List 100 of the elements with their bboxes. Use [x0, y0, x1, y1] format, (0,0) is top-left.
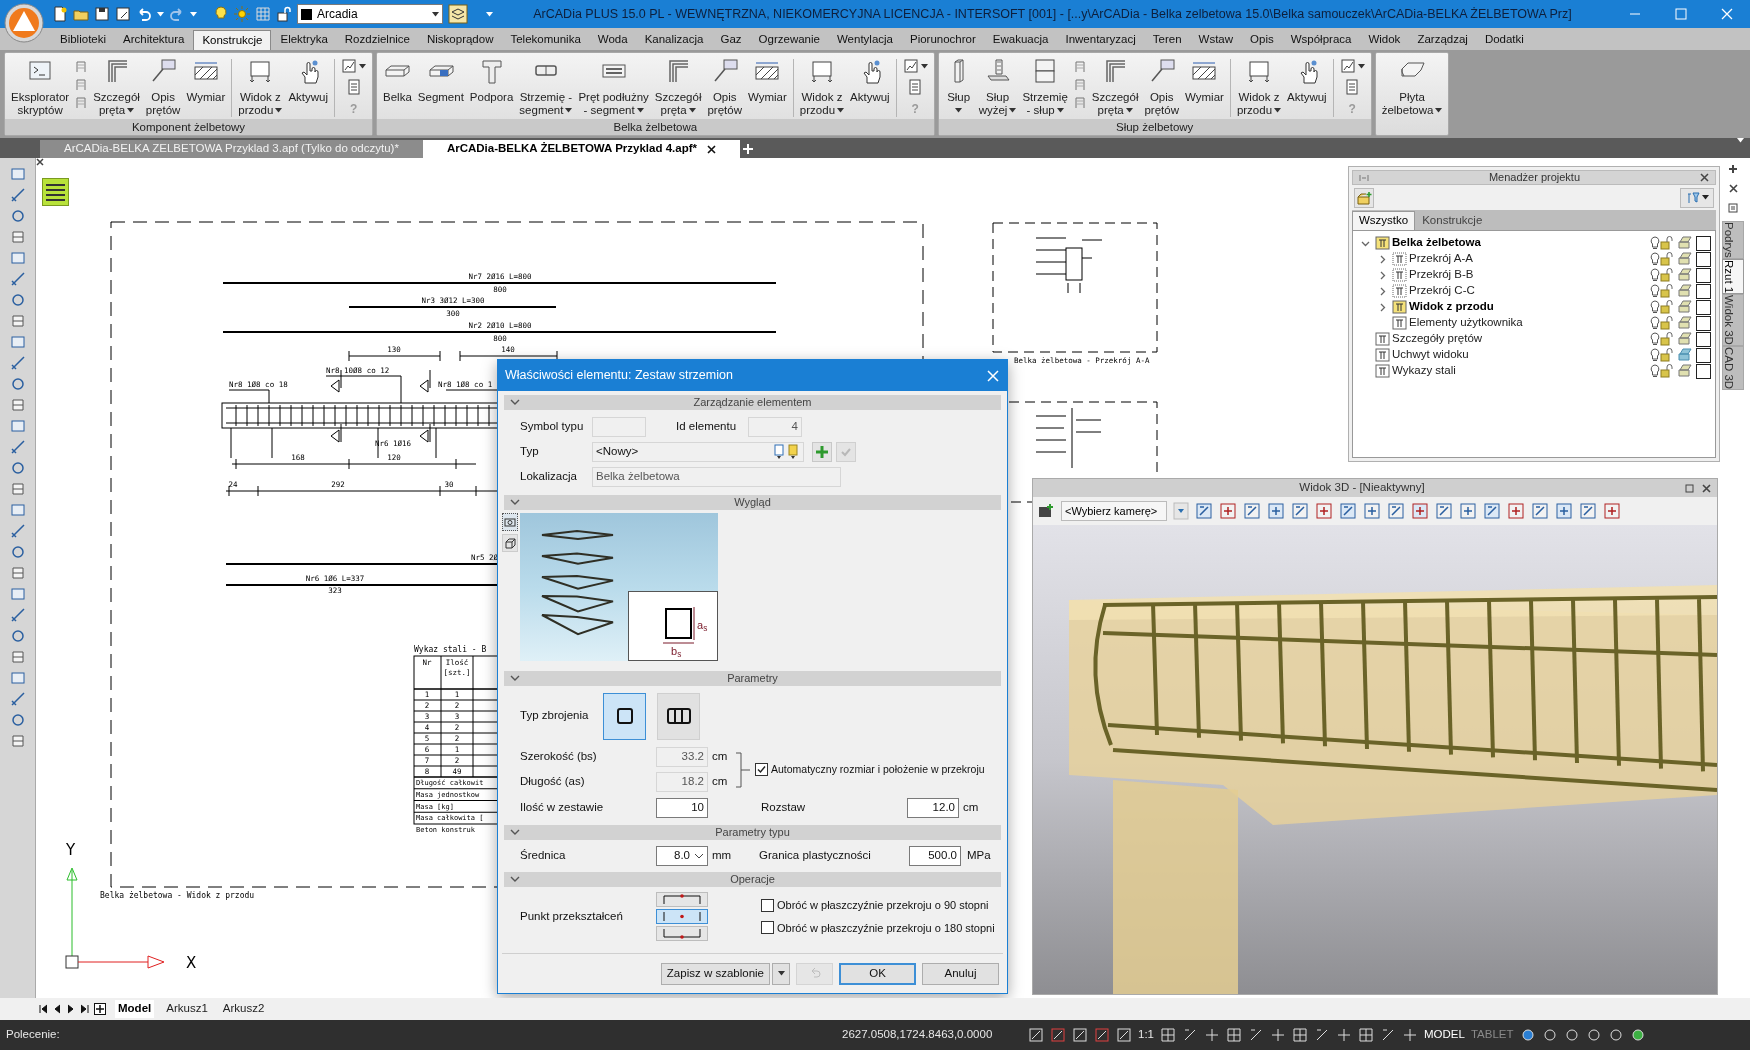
status-toggle-icon[interactable] — [1314, 1027, 1330, 1043]
view-tool-icon[interactable] — [1387, 502, 1405, 520]
ribbon-button[interactable]: Opis prętów — [1141, 57, 1182, 119]
ribbon-button[interactable]: Eksplorator skryptów — [8, 57, 73, 119]
checkbox[interactable] — [761, 898, 774, 912]
view-tool-icon[interactable] — [1267, 502, 1285, 520]
padlock-icon[interactable] — [1660, 268, 1674, 282]
padlock-icon[interactable] — [1660, 364, 1674, 378]
menu-tab[interactable]: Niskoprądow — [419, 30, 502, 50]
layer-dropdown[interactable]: Arcadia — [297, 4, 443, 24]
checkbox[interactable] — [1696, 251, 1711, 267]
checkbox[interactable] — [1696, 299, 1711, 315]
ok-button[interactable]: OK — [839, 962, 916, 985]
drawing-tool-icon[interactable] — [9, 481, 26, 497]
close-icon[interactable] — [1700, 173, 1709, 182]
menu-tab[interactable]: Inwentaryzacj — [1057, 30, 1144, 50]
status-toggle-icon[interactable] — [1050, 1027, 1066, 1043]
ribbon-button[interactable]: Belka — [380, 57, 415, 119]
list-icon[interactable] — [1728, 203, 1738, 213]
ribbon-button[interactable]: Strzemię - segment — [516, 57, 576, 119]
close-icon[interactable] — [1728, 184, 1738, 193]
menu-tab[interactable]: Współpraca — [1282, 30, 1360, 50]
section-header[interactable]: Zarządzanie elementem — [504, 395, 1001, 410]
input-field[interactable]: Belka żelbetowa — [592, 467, 841, 487]
close-icon[interactable] — [706, 144, 716, 154]
view-tool-icon[interactable] — [1243, 502, 1261, 520]
status-toggle-icon[interactable] — [1094, 1027, 1110, 1043]
menu-tab[interactable]: Rozdzielnice — [336, 30, 418, 50]
light-bulb-icon[interactable] — [1650, 332, 1660, 346]
layer-panel-toggle[interactable] — [42, 178, 69, 206]
menu-tab[interactable]: Zarządzaj — [1409, 30, 1476, 50]
dropdown-button[interactable] — [772, 962, 790, 985]
status-toggle-icon[interactable] — [1629, 1027, 1646, 1043]
tree-item[interactable]: Belka żelbetowa — [1392, 234, 1481, 252]
transform-point-option[interactable] — [656, 892, 708, 907]
ribbon-button[interactable]: Aktywuj — [285, 57, 332, 119]
drawing-tool-icon[interactable] — [9, 229, 26, 245]
sun-icon[interactable] — [234, 6, 250, 22]
ribbon-button[interactable]: Wymiar — [745, 57, 790, 119]
ribbon-button[interactable]: Wymiar — [183, 57, 229, 119]
navigation-arrow-icon[interactable] — [38, 1003, 49, 1015]
drawing-tool-icon[interactable] — [9, 334, 26, 350]
section-header[interactable]: Wygląd — [504, 495, 1001, 510]
caret-down-icon[interactable] — [1173, 502, 1189, 520]
ribbon-button[interactable]: Słup — [941, 57, 976, 119]
printer-icon[interactable] — [1677, 316, 1693, 330]
input-field[interactable]: 12.0 — [907, 798, 959, 818]
tag-down-icon[interactable] — [786, 444, 800, 460]
drawing-tool-icon[interactable] — [9, 628, 26, 644]
view-tool-icon[interactable] — [1435, 502, 1453, 520]
menu-tab[interactable]: Teren — [1144, 30, 1190, 50]
view-tool-icon[interactable] — [1483, 502, 1501, 520]
drawing-tool-icon[interactable] — [9, 691, 26, 707]
transform-point-option[interactable] — [656, 909, 708, 924]
view-tool-icon[interactable] — [1459, 502, 1477, 520]
new-folder-button[interactable] — [1354, 187, 1374, 208]
plus-icon[interactable] — [94, 1003, 106, 1015]
filter-button[interactable] — [1680, 187, 1714, 208]
tree-item[interactable]: Elementy użytkownika — [1409, 314, 1523, 332]
reinforcement-option[interactable] — [657, 692, 700, 740]
camera-add-icon[interactable] — [1037, 502, 1055, 520]
light-bulb-icon[interactable] — [213, 6, 229, 22]
redo-icon[interactable] — [169, 6, 185, 22]
close-icon[interactable] — [36, 158, 44, 166]
menu-tab[interactable]: Ogrzewanie — [750, 30, 828, 50]
view-tool-icon[interactable] — [1363, 502, 1381, 520]
drawing-tool-icon[interactable] — [9, 502, 26, 518]
sheet-tab[interactable]: Model — [115, 1000, 155, 1018]
drawing-tool-icon[interactable] — [9, 670, 26, 686]
view-tool-icon[interactable] — [1195, 502, 1213, 520]
ribbon-button[interactable]: Słup wyżej — [975, 57, 1020, 119]
status-toggle-icon[interactable] — [1182, 1027, 1198, 1043]
menu-tab[interactable]: Kanalizacja — [636, 30, 712, 50]
checkbox[interactable] — [1696, 283, 1711, 299]
view-tool-icon[interactable] — [1507, 502, 1525, 520]
transform-point-option[interactable] — [656, 926, 708, 941]
drawing-tool-icon[interactable] — [9, 355, 26, 371]
view-tool-icon[interactable] — [1219, 502, 1237, 520]
chart-icon[interactable] — [902, 58, 919, 74]
document-icon[interactable] — [345, 79, 362, 95]
tree-item[interactable]: Wykazy stali — [1392, 362, 1456, 380]
tree-item[interactable]: Przekrój A-A — [1409, 250, 1473, 268]
menu-tab[interactable]: Konstrukcje — [193, 30, 272, 50]
view-tool-icon[interactable] — [1339, 502, 1357, 520]
plus-icon[interactable] — [1728, 164, 1738, 174]
ribbon-button[interactable]: Widok z przodu — [235, 57, 286, 119]
status-toggle-icon[interactable] — [1380, 1027, 1396, 1043]
light-bulb-icon[interactable] — [1650, 348, 1660, 362]
document-icon[interactable] — [1344, 79, 1361, 95]
menu-tab[interactable]: Opis — [1242, 30, 1282, 50]
type-field[interactable]: <Nowy> — [592, 442, 804, 462]
drawing-tool-icon[interactable] — [9, 418, 26, 434]
save-icon[interactable] — [94, 6, 110, 22]
menu-tab[interactable]: Elektryka — [272, 30, 336, 50]
grid-icon[interactable] — [255, 6, 271, 22]
drawing-tool-icon[interactable] — [9, 313, 26, 329]
drawing-tool-icon[interactable] — [9, 250, 26, 266]
mode-toggle[interactable]: TABLET — [1470, 1026, 1514, 1044]
padlock-icon[interactable] — [1660, 332, 1674, 346]
side-tab[interactable]: Rzut 1 — [1722, 258, 1744, 295]
